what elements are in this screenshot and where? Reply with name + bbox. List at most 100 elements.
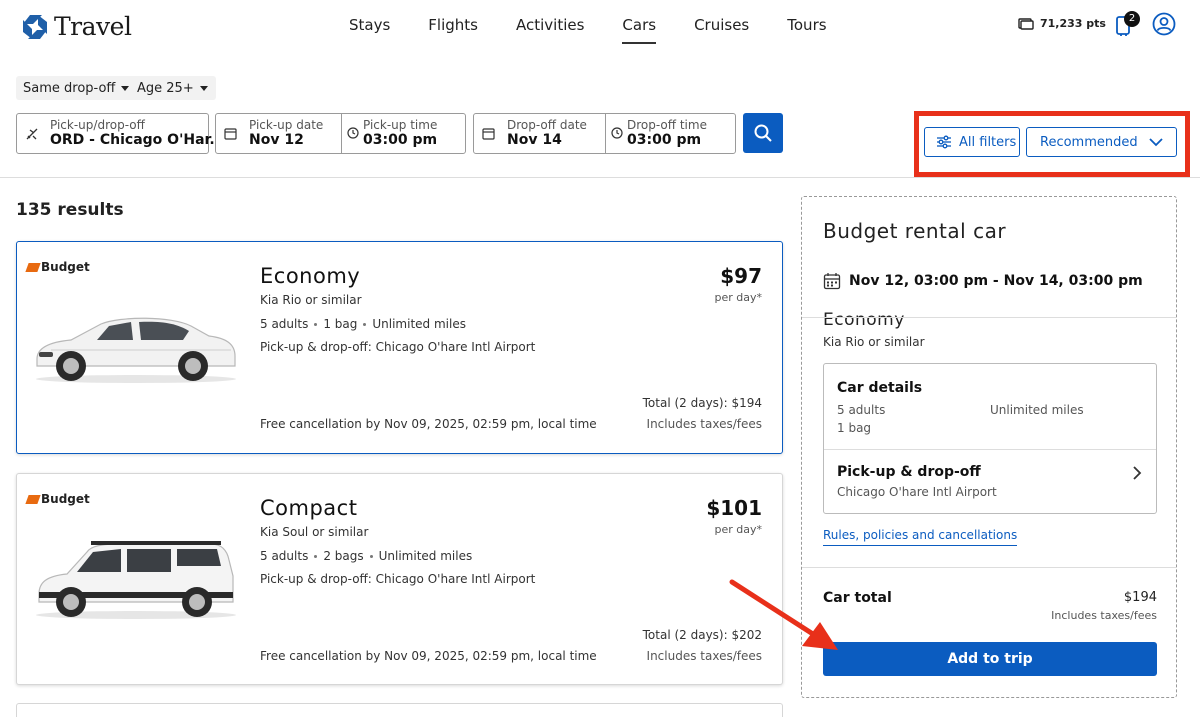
car-details-box: Car details 5 adults 1 bag Unlimited mil… — [823, 363, 1157, 514]
search-icon — [754, 124, 772, 142]
location-value: ORD - Chicago O'Har... — [50, 132, 226, 148]
car-class-title: Compact — [260, 496, 358, 520]
wallet-icon — [1018, 17, 1034, 30]
car-model: Kia Rio or similar — [260, 293, 362, 307]
mileage: Unlimited miles — [990, 403, 1084, 417]
dropoff-date-field[interactable]: Drop-off date Nov 14 — [474, 114, 605, 153]
pickup-location: Pick-up & drop-off: Chicago O'hare Intl … — [260, 340, 536, 354]
mileage: Unlimited miles — [372, 317, 466, 331]
pickup-dropoff-title[interactable]: Pick-up & drop-off — [837, 464, 981, 480]
chase-travel-logo[interactable]: Travel — [22, 12, 132, 41]
nav-tours[interactable]: Tours — [787, 14, 826, 44]
daily-price: $101 — [706, 496, 762, 520]
clock-icon — [611, 127, 623, 139]
chase-octagon-icon — [23, 14, 47, 39]
sliders-icon — [937, 135, 951, 149]
panel-car-class: Economy — [823, 310, 905, 330]
divider — [802, 567, 1176, 568]
annotation-arrow-icon — [729, 579, 838, 650]
budget-logo: Budget — [25, 492, 90, 506]
dropoff-time-value: 03:00 pm — [627, 132, 702, 148]
car-card-compact[interactable]: Budget Compact Kia Soul or similar 5 adu… — [16, 473, 783, 685]
daily-price: $97 — [720, 264, 762, 288]
panel-taxes-note: Includes taxes/fees — [1051, 609, 1157, 622]
car-total-value: $194 — [1123, 590, 1157, 605]
account-area: 71,233 pts 2 — [1000, 10, 1200, 40]
calendar-icon — [482, 128, 495, 140]
mileage: Unlimited miles — [378, 549, 473, 563]
car-class-title: Economy — [260, 264, 361, 288]
points-text: 71,233 pts — [1040, 17, 1106, 30]
dropoff-dropdown[interactable]: Same drop-off — [16, 76, 138, 100]
compact-car-image — [36, 541, 236, 619]
car-card-partial[interactable] — [16, 703, 783, 717]
pickup-dropoff-value: Chicago O'hare Intl Airport — [837, 485, 997, 499]
adults-count: 5 adults — [260, 317, 309, 331]
dropoff-time-label: Drop-off time — [627, 118, 707, 132]
divider — [824, 449, 1156, 450]
nav-stays[interactable]: Stays — [349, 14, 390, 44]
per-day-label: per day* — [714, 523, 762, 536]
chevron-right-icon[interactable] — [1132, 465, 1142, 481]
taxes-note: Includes taxes/fees — [646, 417, 762, 431]
account-icon[interactable] — [1152, 12, 1176, 36]
logo-text: Travel — [54, 12, 132, 41]
car-features: 5 adults 1 bag Unlimited miles — [260, 317, 466, 331]
dropoff-time-field[interactable]: Drop-off time 03:00 pm — [606, 114, 736, 153]
brand-name: Budget — [41, 492, 90, 506]
bags-count: 1 bag — [837, 421, 872, 435]
panel-dates: Nov 12, 03:00 pm - Nov 14, 03:00 pm — [823, 272, 1143, 290]
pickup-location: Pick-up & drop-off: Chicago O'hare Intl … — [260, 572, 536, 586]
adults-count: 5 adults — [837, 403, 886, 417]
adults-count: 5 adults — [260, 549, 309, 563]
rules-policies-link[interactable]: Rules, policies and cancellations — [823, 528, 1018, 546]
pickup-time-label: Pick-up time — [363, 118, 438, 132]
top-bar: Travel Stays Flights Activities Cars Cru… — [0, 0, 1200, 52]
plane-icon — [26, 128, 38, 140]
pickup-time-field[interactable]: Pick-up time 03:00 pm — [342, 114, 466, 153]
points-balance[interactable]: 71,233 pts — [1018, 17, 1106, 30]
caret-down-icon — [199, 85, 208, 91]
cancellation-policy: Free cancellation by Nov 09, 2025, 02:59… — [260, 649, 597, 663]
dropoff-label: Same drop-off — [23, 80, 116, 96]
nav-cars[interactable]: Cars — [622, 14, 657, 44]
add-to-trip-button[interactable]: Add to trip — [823, 642, 1157, 676]
calendar-icon — [823, 273, 841, 290]
all-filters-button[interactable]: All filters — [924, 127, 1020, 157]
bags-count: 1 bag — [323, 317, 358, 331]
budget-mark-icon — [25, 262, 41, 272]
location-field[interactable]: Pick-up/drop-off ORD - Chicago O'Har... — [16, 113, 226, 154]
calendar-icon — [224, 128, 237, 140]
pickup-time-value: 03:00 pm — [363, 132, 438, 148]
dropoff-date-label: Drop-off date — [507, 118, 587, 132]
caret-down-icon — [121, 85, 130, 91]
chevron-down-icon — [1149, 137, 1163, 146]
sort-dropdown[interactable]: Recommended — [1026, 127, 1177, 157]
dropoff-date-value: Nov 14 — [507, 132, 562, 148]
pickup-date-field[interactable]: Pick-up date Nov 12 — [216, 114, 340, 153]
divider — [0, 177, 1200, 178]
age-label: Age 25+ — [137, 80, 194, 96]
panel-title: Budget rental car — [823, 219, 1007, 243]
trips-badge: 2 — [1124, 11, 1140, 27]
dropoff-datetime-group: Drop-off date Nov 14 Drop-off time 03:00… — [473, 113, 736, 154]
panel-dates-text: Nov 12, 03:00 pm - Nov 14, 03:00 pm — [849, 273, 1143, 289]
brand-name: Budget — [41, 260, 90, 274]
panel-car-model: Kia Rio or similar — [823, 335, 925, 349]
car-details-title: Car details — [837, 380, 923, 396]
age-dropdown[interactable]: Age 25+ — [130, 76, 216, 100]
results-count: 135 results — [16, 200, 124, 220]
bags-count: 2 bags — [323, 549, 364, 563]
all-filters-label: All filters — [959, 134, 1017, 150]
nav-cruises[interactable]: Cruises — [694, 14, 749, 44]
nav-activities[interactable]: Activities — [516, 14, 584, 44]
car-card-economy[interactable]: Budget Economy Kia Rio or similar 5 adul… — [16, 241, 783, 454]
divider — [802, 317, 1176, 318]
sort-label: Recommended — [1040, 134, 1138, 150]
budget-mark-icon — [25, 494, 41, 504]
rental-detail-panel: Budget rental car Nov 12, 03:00 pm - Nov… — [801, 196, 1177, 698]
budget-logo: Budget — [25, 260, 90, 274]
search-button[interactable] — [743, 113, 783, 153]
nav-flights[interactable]: Flights — [428, 14, 478, 44]
pickup-date-label: Pick-up date — [249, 118, 324, 132]
